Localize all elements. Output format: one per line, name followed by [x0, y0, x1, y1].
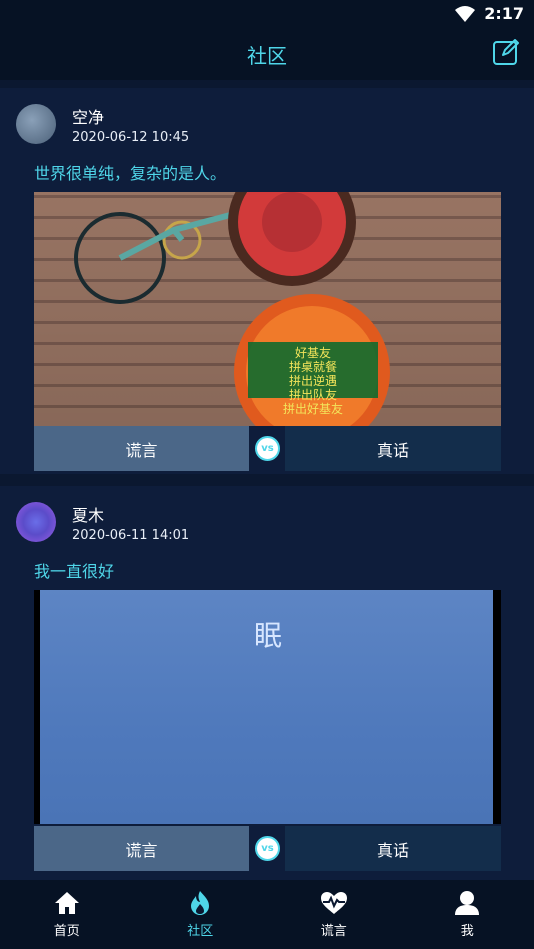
vs-badge: vs — [255, 836, 280, 861]
post-text: 世界很单纯，复杂的是人。 — [34, 164, 227, 183]
nav-label: 谎言 — [320, 924, 347, 939]
status-time: 2:17 — [484, 4, 524, 23]
vote-bar: 谎言 vs 真话 — [34, 426, 501, 471]
image-text: 眠 — [254, 619, 283, 652]
vote-lie-button[interactable]: 谎言 — [34, 426, 249, 471]
image-caption: 好基友 拼桌就餐 拼出逆遇 拼出队友 拼出好基友 — [257, 346, 369, 416]
post-card[interactable]: 夏木 2020-06-11 14:01 我一直很好 眠 谎言 vs 真话 — [0, 486, 534, 880]
vote-truth-button[interactable]: 真话 — [285, 826, 501, 871]
vote-bar: 谎言 vs 真话 — [34, 826, 501, 871]
edit-button[interactable] — [492, 38, 520, 66]
nav-label: 我 — [460, 924, 474, 939]
post-username[interactable]: 夏木 — [72, 502, 104, 526]
edit-icon — [493, 39, 519, 65]
vote-lie-button[interactable]: 谎言 — [34, 826, 249, 871]
post-image[interactable]: 眠 — [34, 590, 501, 824]
avatar[interactable] — [16, 104, 56, 144]
status-bar: 2:17 — [0, 0, 534, 28]
post-timestamp: 2020-06-11 14:01 — [72, 528, 190, 543]
nav-item-home[interactable]: 首页 — [0, 880, 134, 949]
post-image[interactable]: 好基友 拼桌就餐 拼出逆遇 拼出队友 拼出好基友 — [34, 192, 501, 426]
wifi-icon — [455, 5, 476, 22]
fire-icon — [191, 891, 210, 915]
image-caption-line: 拼出队友 — [288, 388, 337, 402]
status-icons: 2:17 — [454, 4, 524, 23]
image-caption-line: 拼出逆遇 — [288, 374, 337, 388]
vs-badge: vs — [255, 436, 280, 461]
nav-item-lies[interactable]: 谎言 — [267, 880, 401, 949]
nav-label: 首页 — [53, 924, 80, 939]
nav-item-community[interactable]: 社区 — [134, 880, 268, 949]
user-icon — [455, 891, 480, 915]
image-caption-line: 好基友 — [294, 346, 331, 360]
community-feed: 空净 2020-06-12 10:45 世界很单纯，复杂的是人。 好基友 拼桌就… — [0, 80, 534, 880]
nav-item-me[interactable]: 我 — [401, 880, 534, 949]
post-card[interactable]: 空净 2020-06-12 10:45 世界很单纯，复杂的是人。 好基友 拼桌就… — [0, 88, 534, 474]
nav-label: 社区 — [187, 924, 214, 939]
avatar[interactable] — [16, 502, 56, 542]
vote-truth-button[interactable]: 真话 — [285, 426, 501, 471]
post-text: 我一直很好 — [34, 562, 115, 581]
page-title: 社区 — [247, 44, 287, 68]
image-caption-line: 拼出好基友 — [282, 402, 343, 416]
home-icon — [54, 892, 79, 914]
post-username[interactable]: 空净 — [72, 104, 104, 128]
post-timestamp: 2020-06-12 10:45 — [72, 130, 190, 145]
bottom-navigation: 首页 社区 谎言 我 — [0, 880, 534, 949]
app-header: 社区 — [0, 28, 534, 80]
heartbeat-icon — [320, 892, 347, 914]
image-caption-line: 拼桌就餐 — [288, 360, 337, 374]
